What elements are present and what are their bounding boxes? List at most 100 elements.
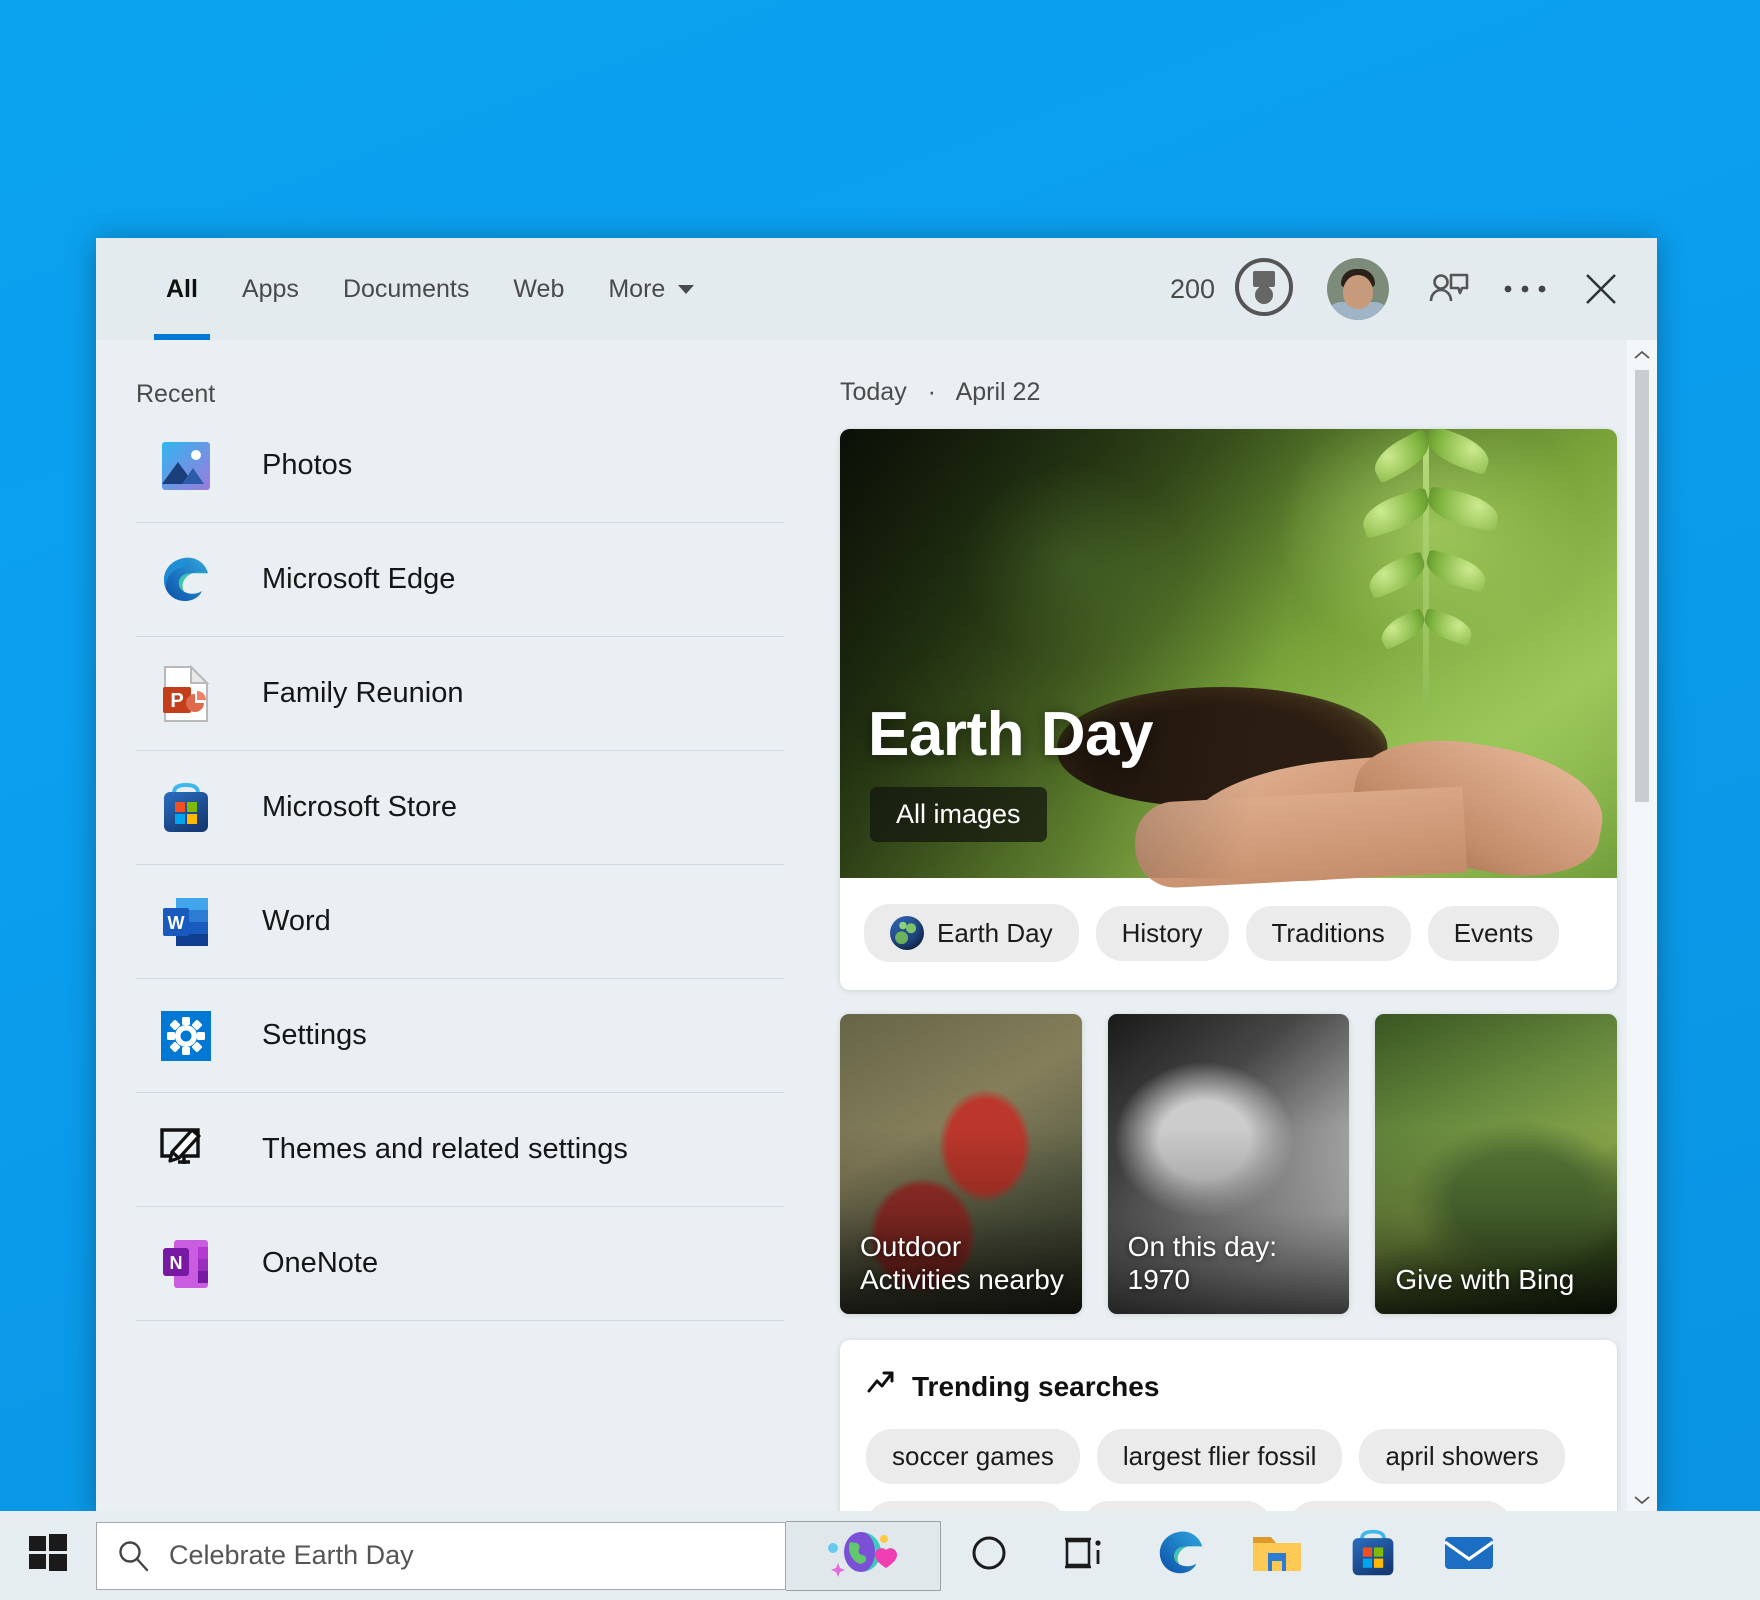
word-icon: W: [158, 894, 214, 950]
close-icon[interactable]: [1563, 238, 1639, 340]
tab-web-label: Web: [513, 275, 564, 304]
today-date: April 22: [956, 378, 1041, 406]
ellipsis-icon[interactable]: [1487, 238, 1563, 340]
search-tabs: All Apps Documents Web More: [144, 238, 716, 340]
start-button[interactable]: [0, 1511, 96, 1600]
recent-item-onenote[interactable]: N OneNote: [136, 1207, 784, 1321]
trending-chip[interactable]: soccer games: [866, 1429, 1080, 1484]
avatar-face: [1343, 275, 1373, 309]
microsoft-store-icon: [158, 780, 214, 836]
avatar[interactable]: [1327, 258, 1389, 320]
themes-icon: [158, 1122, 214, 1178]
trending-chip-label: largest flier fossil: [1123, 1441, 1317, 1472]
trending-arrow-icon: [866, 1368, 896, 1405]
scrollbar-thumb[interactable]: [1635, 370, 1649, 802]
tab-more-label: More: [608, 275, 665, 304]
taskbar-item-cortana[interactable]: [941, 1511, 1037, 1600]
chip-traditions[interactable]: Traditions: [1246, 906, 1411, 961]
content-pane: Today · April 22: [806, 340, 1657, 1515]
content-scrollbar[interactable]: [1627, 340, 1657, 1515]
tab-more[interactable]: More: [586, 238, 716, 340]
trending-chip-label: april showers: [1385, 1441, 1538, 1472]
tab-documents-label: Documents: [343, 275, 469, 304]
microsoft-store-icon: [1348, 1528, 1398, 1583]
taskbar-item-file-explorer[interactable]: [1229, 1511, 1325, 1600]
search-header: All Apps Documents Web More 200: [96, 238, 1657, 340]
recent-item-settings[interactable]: Settings: [136, 979, 784, 1093]
tile-label: Outdoor Activities nearby: [860, 1230, 1066, 1296]
recent-item-label: Family Reunion: [262, 677, 463, 710]
recent-section-title: Recent: [96, 340, 806, 409]
hero-filter-chips: Earth Day History Traditions Events: [840, 878, 1617, 990]
windows-logo-icon: [28, 1533, 68, 1578]
recent-item-themes[interactable]: Themes and related settings: [136, 1093, 784, 1207]
tab-apps[interactable]: Apps: [220, 238, 321, 340]
tile-label-line1: Outdoor: [860, 1230, 1066, 1263]
today-separator: ·: [928, 378, 936, 406]
taskbar: Celebrate Earth Day: [0, 1511, 1760, 1600]
chip-label: History: [1122, 918, 1203, 949]
rewards-button[interactable]: 200: [1170, 256, 1295, 323]
tab-documents[interactable]: Documents: [321, 238, 491, 340]
taskbar-search-input[interactable]: Celebrate Earth Day: [96, 1522, 786, 1590]
tile-outdoor-activities[interactable]: Outdoor Activities nearby: [840, 1014, 1082, 1314]
recent-item-label: Photos: [262, 449, 352, 482]
person-feedback-icon[interactable]: [1411, 238, 1487, 340]
today-date-line: Today · April 22: [840, 378, 1617, 407]
recent-item-label: Settings: [262, 1019, 367, 1052]
chip-earth-day[interactable]: Earth Day: [864, 904, 1079, 962]
recent-item-label: Microsoft Edge: [262, 563, 455, 596]
earth-globe-icon: [890, 916, 924, 950]
chip-label: Events: [1454, 918, 1534, 949]
earth-day-doodle-button[interactable]: [786, 1521, 941, 1591]
chip-history[interactable]: History: [1096, 906, 1229, 961]
svg-text:P: P: [170, 690, 183, 712]
hero-title: Earth Day: [868, 699, 1153, 770]
trending-heading-label: Trending searches: [912, 1371, 1159, 1403]
today-label: Today: [840, 378, 907, 406]
tile-give-with-bing[interactable]: Give with Bing: [1375, 1014, 1617, 1314]
tile-label: On this day: 1970: [1128, 1230, 1334, 1296]
taskbar-item-microsoft-store[interactable]: [1325, 1511, 1421, 1600]
taskbar-item-microsoft-edge[interactable]: [1133, 1511, 1229, 1600]
trending-chip-list: soccer games largest flier fossil april …: [866, 1429, 1591, 1515]
settings-gear-icon: [158, 1008, 214, 1064]
trending-chip[interactable]: largest flier fossil: [1097, 1429, 1343, 1484]
taskbar-item-mail[interactable]: [1421, 1511, 1517, 1600]
trending-chip[interactable]: april showers: [1359, 1429, 1564, 1484]
chip-events[interactable]: Events: [1428, 906, 1560, 961]
content-tiles: Outdoor Activities nearby On this day: 1…: [840, 1014, 1617, 1314]
recent-item-microsoft-edge[interactable]: Microsoft Edge: [136, 523, 784, 637]
recent-item-word[interactable]: W Word: [136, 865, 784, 979]
recent-item-microsoft-store[interactable]: Microsoft Store: [136, 751, 784, 865]
trending-searches-card: Trending searches soccer games largest f…: [840, 1340, 1617, 1515]
svg-text:N: N: [170, 1253, 183, 1273]
tile-label: Give with Bing: [1395, 1263, 1601, 1296]
hero-card[interactable]: Earth Day All images Earth Day History T…: [840, 429, 1617, 990]
tab-all[interactable]: All: [144, 238, 220, 340]
onenote-icon: N: [158, 1236, 214, 1292]
recent-item-family-reunion[interactable]: P Family Reunion: [136, 637, 784, 751]
all-images-button[interactable]: All images: [870, 787, 1047, 842]
trending-chip-label: soccer games: [892, 1441, 1054, 1472]
rewards-points: 200: [1170, 274, 1215, 305]
tile-label-line2: Activities nearby: [860, 1263, 1066, 1296]
powerpoint-file-icon: P: [158, 666, 214, 722]
svg-text:W: W: [168, 913, 185, 933]
recent-item-photos[interactable]: Photos: [136, 409, 784, 523]
chevron-up-icon[interactable]: [1627, 340, 1657, 370]
trending-heading: Trending searches: [866, 1368, 1591, 1405]
medal-icon: [1233, 256, 1295, 323]
taskbar-item-task-view[interactable]: [1037, 1511, 1133, 1600]
chip-label: Earth Day: [937, 918, 1053, 949]
edge-icon: [158, 552, 214, 608]
tab-web[interactable]: Web: [491, 238, 586, 340]
photos-icon: [158, 438, 214, 494]
task-view-icon: [1063, 1533, 1107, 1578]
chevron-down-icon: [678, 285, 694, 294]
chip-label: Traditions: [1272, 918, 1385, 949]
earth-day-doodle-icon: [823, 1528, 903, 1583]
tile-on-this-day[interactable]: On this day: 1970: [1108, 1014, 1350, 1314]
tab-all-label: All: [166, 275, 198, 304]
mail-icon: [1443, 1533, 1495, 1578]
